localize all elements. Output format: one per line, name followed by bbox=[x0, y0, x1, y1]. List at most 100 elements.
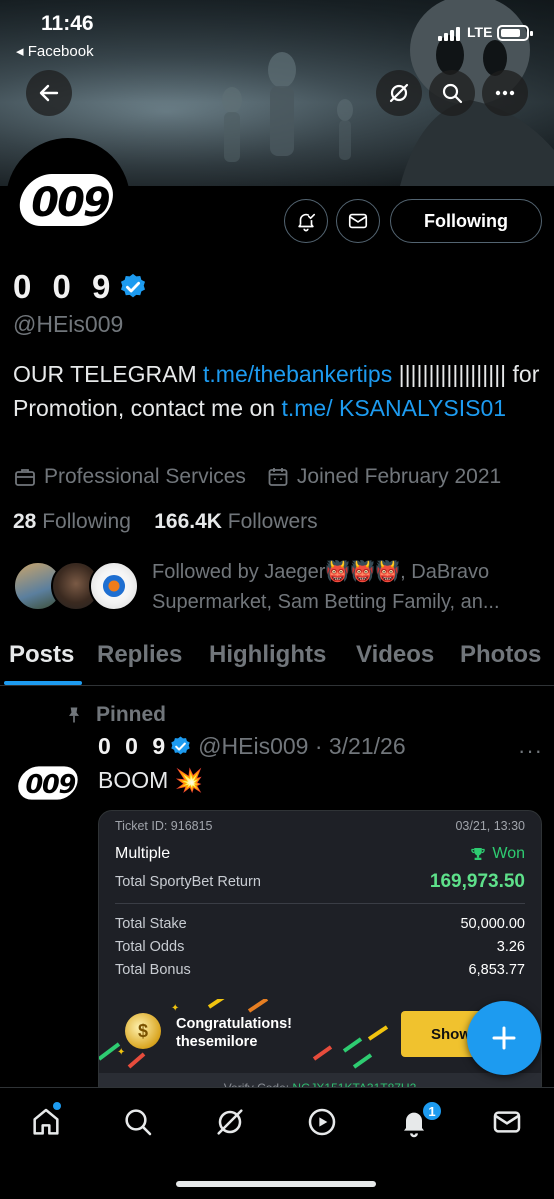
bell-check-icon bbox=[298, 213, 316, 232]
post-text: BOOM 💥 bbox=[98, 767, 204, 793]
ticket-date: 03/21, 13:30 bbox=[455, 819, 525, 833]
home-indicator bbox=[176, 1181, 376, 1187]
congrats-line2: thesemilore bbox=[176, 1034, 258, 1050]
search-icon bbox=[125, 1109, 152, 1136]
profile-avatar[interactable]: 009 bbox=[6, 138, 130, 262]
search-button[interactable] bbox=[429, 70, 475, 116]
odds-label: Total Odds bbox=[115, 939, 185, 955]
nav-home[interactable] bbox=[30, 1106, 62, 1138]
ticket-type: Multiple bbox=[115, 845, 171, 862]
following-label: Following bbox=[36, 510, 131, 533]
following-link[interactable]: 28 Following bbox=[13, 510, 131, 533]
svg-text:009: 009 bbox=[31, 180, 110, 226]
followers-count: 166.4K bbox=[154, 510, 222, 533]
telegram-link-2[interactable]: t.me/ KSANALYSIS01 bbox=[281, 395, 506, 421]
congrats-text: Congratulations! thesemilore bbox=[176, 1015, 292, 1051]
back-button[interactable] bbox=[26, 70, 72, 116]
congrats-line1: Congratulations! bbox=[176, 1016, 292, 1032]
coin-icon: $ bbox=[125, 1013, 161, 1049]
tab-photos[interactable]: Photos bbox=[460, 641, 541, 669]
profile-name-row: 0 0 9 bbox=[13, 268, 148, 306]
bio-text-1: OUR TELEGRAM bbox=[13, 361, 203, 387]
tab-posts[interactable]: Posts bbox=[9, 641, 74, 669]
following-button[interactable]: Following bbox=[390, 199, 542, 243]
status-time: 11:46 bbox=[41, 12, 94, 35]
profile-tabs: Posts Replies Highlights Videos Photos bbox=[0, 637, 554, 686]
stake-label: Total Stake bbox=[115, 916, 187, 932]
followed-by-section[interactable]: Followed by Jaeger👹👹👹, DaBravo Supermark… bbox=[13, 557, 543, 621]
back-to-facebook-link[interactable]: ◂ Facebook bbox=[16, 42, 94, 60]
pinned-indicator: Pinned bbox=[64, 703, 166, 727]
tab-highlights[interactable]: Highlights bbox=[209, 641, 326, 669]
joined-date: Joined February 2021 bbox=[296, 465, 502, 488]
grok-icon bbox=[217, 1109, 243, 1135]
home-unread-dot bbox=[53, 1102, 61, 1110]
briefcase-icon bbox=[15, 469, 35, 486]
more-horizontal-icon bbox=[495, 90, 515, 96]
profile-meta: Professional Services Joined February 20… bbox=[13, 465, 501, 489]
followers-link[interactable]: 166.4K Followers bbox=[154, 510, 317, 533]
return-label: Total SportyBet Return bbox=[115, 874, 261, 890]
post-author-name[interactable]: 0 0 9 bbox=[98, 733, 169, 760]
ticket-status: Won bbox=[469, 845, 525, 863]
bonus-label: Total Bonus bbox=[115, 962, 191, 978]
telegram-link-1[interactable]: t.me/thebankertips bbox=[203, 361, 392, 387]
tab-replies[interactable]: Replies bbox=[97, 641, 182, 669]
stake-value: 50,000.00 bbox=[460, 916, 525, 932]
nav-search[interactable] bbox=[122, 1106, 154, 1138]
trophy-icon bbox=[471, 848, 486, 860]
profile-handle: @HEis009 bbox=[13, 311, 124, 337]
post-handle-date: @HEis009 · 3/21/26 bbox=[198, 733, 406, 759]
network-label: LTE bbox=[467, 24, 493, 40]
arrow-left-icon bbox=[39, 84, 59, 102]
home-icon bbox=[33, 1108, 59, 1135]
nav-messages[interactable] bbox=[491, 1106, 523, 1138]
tab-videos[interactable]: Videos bbox=[356, 641, 434, 669]
more-options-button[interactable] bbox=[482, 70, 528, 116]
sam-betting-logo bbox=[102, 574, 126, 598]
verified-badge-icon bbox=[171, 736, 190, 755]
ticket-divider bbox=[115, 903, 525, 904]
post-header: 0 0 9 @HEis009 · 3/21/26 bbox=[98, 733, 406, 760]
nav-grok[interactable] bbox=[214, 1106, 246, 1138]
compose-post-button[interactable] bbox=[467, 1001, 541, 1075]
ticket-status-label: Won bbox=[492, 845, 525, 862]
svg-text:✦: ✦ bbox=[171, 1003, 179, 1014]
play-circle-icon bbox=[308, 1108, 336, 1136]
post-avatar-logo: 009 bbox=[18, 766, 78, 800]
followed-by-text: Followed by Jaeger👹👹👹, DaBravo Supermark… bbox=[152, 561, 500, 613]
ticket-id: Ticket ID: 916815 bbox=[115, 819, 213, 833]
grok-icon bbox=[389, 83, 409, 103]
active-tab-indicator bbox=[4, 681, 82, 685]
post-author-avatar[interactable]: 009 bbox=[10, 744, 88, 822]
search-icon bbox=[442, 83, 463, 104]
verified-badge-icon[interactable] bbox=[118, 272, 148, 302]
status-bar: 11:46 ◂ Facebook LTE bbox=[0, 0, 554, 64]
svg-text:✦: ✦ bbox=[117, 1047, 125, 1058]
plus-icon bbox=[492, 1026, 516, 1050]
calendar-icon bbox=[268, 468, 288, 486]
follower-avatar bbox=[89, 561, 139, 611]
signal-icon bbox=[438, 27, 462, 41]
battery-icon bbox=[497, 25, 533, 41]
message-button[interactable] bbox=[336, 199, 380, 243]
mail-icon bbox=[493, 1111, 521, 1133]
follow-counts: 28 Following 166.4K Followers bbox=[13, 510, 318, 534]
svg-text:009: 009 bbox=[26, 770, 76, 800]
bonus-value: 6,853.77 bbox=[468, 962, 525, 978]
pinned-label: Pinned bbox=[96, 703, 167, 726]
following-count: 28 bbox=[13, 510, 37, 533]
notify-button[interactable] bbox=[284, 199, 328, 243]
nav-video[interactable] bbox=[306, 1106, 338, 1138]
pin-icon bbox=[69, 707, 79, 723]
profile-category[interactable]: Professional Services bbox=[44, 465, 246, 489]
odds-value: 3.26 bbox=[496, 939, 525, 955]
avatar-logo: 009 bbox=[19, 174, 113, 226]
return-value: 169,973.50 bbox=[429, 871, 525, 892]
notifications-badge: 1 bbox=[421, 1100, 443, 1122]
mail-icon bbox=[348, 213, 368, 229]
post-more-button[interactable]: ··· bbox=[518, 738, 543, 764]
grok-button[interactable] bbox=[376, 70, 422, 116]
display-name: 0 0 9 bbox=[13, 268, 117, 305]
followers-label: Followers bbox=[221, 510, 318, 533]
